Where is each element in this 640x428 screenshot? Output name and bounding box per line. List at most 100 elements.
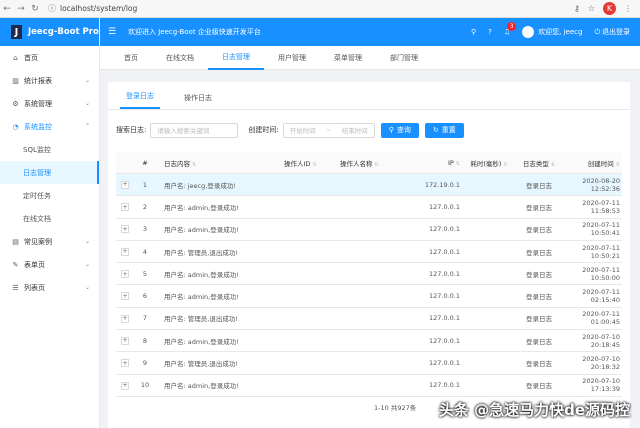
- expand-icon[interactable]: +: [121, 180, 129, 189]
- page-tab[interactable]: 菜单管理: [320, 46, 376, 70]
- sidebar-subitem[interactable]: SQL监控: [0, 138, 99, 161]
- log-content: 用户名: admin,登录成功!: [164, 203, 239, 212]
- menu-fold-icon[interactable]: ☰: [108, 27, 120, 37]
- sidebar: J Jeecg-Boot Pro ⌂ 首页 ▥ 统计报表 ⌄ ⚙ 系统管理 ⌄ ◔ 系统监控 ⌃ SQ…: [0, 18, 100, 428]
- expand-icon[interactable]: +: [121, 292, 129, 301]
- notification-button[interactable]: ♫ 3: [504, 22, 517, 36]
- expand-icon[interactable]: +: [121, 314, 129, 323]
- query-button[interactable]: ⚲ 查询: [380, 122, 419, 138]
- expand-icon[interactable]: +: [121, 270, 129, 279]
- row-number: 8: [142, 336, 148, 345]
- ip-address: 127.0.0.1: [428, 247, 460, 256]
- ip-address: 172.19.0.1: [424, 180, 460, 189]
- expand-icon[interactable]: +: [121, 381, 129, 390]
- sidebar-subitem[interactable]: 日志管理: [0, 161, 99, 184]
- log-type: 登录日志: [526, 382, 552, 391]
- form-icon: ✎: [12, 260, 19, 269]
- search-input[interactable]: 请输入搜索关键词: [150, 122, 239, 138]
- logo[interactable]: J Jeecg-Boot Pro: [0, 18, 99, 46]
- profile-avatar[interactable]: K: [603, 2, 616, 15]
- info-icon: ⓘ: [48, 4, 56, 13]
- table-row[interactable]: +8 用户名: admin,登录成功! 127.0.0.1 登录日志 2020-07-1…: [116, 330, 622, 353]
- table-row[interactable]: +10 用户名: admin,登录成功! 127.0.0.1 登录日志 2020-07-…: [116, 375, 622, 397]
- column-header[interactable]: IP ⇅: [398, 159, 464, 167]
- more-icon[interactable]: ⋮: [624, 4, 632, 13]
- chart-icon: ▥: [12, 76, 19, 85]
- sidebar-item[interactable]: ✎ 表单页 ⌄: [0, 253, 99, 276]
- sidebar-item[interactable]: ☰ 列表页 ⌄: [0, 276, 99, 299]
- expand-cell: +: [116, 180, 134, 189]
- expand-icon[interactable]: +: [121, 247, 129, 256]
- sort-icon[interactable]: ⇅: [375, 162, 379, 168]
- sort-icon[interactable]: ⇅: [456, 161, 460, 167]
- table-row[interactable]: +2 用户名: admin,登录成功! 127.0.0.1 登录日志 2020-07-1…: [116, 196, 622, 219]
- log-table: # 日志内容 ⇅ 操作人ID ⇅ 操作人名称 ⇅ IP ⇅ 耗时(毫秒) ⇅ 日志类型 ⇅ 创建时间 ⇅ +1…: [116, 152, 622, 397]
- expand-icon[interactable]: +: [121, 203, 129, 212]
- column-header[interactable]: 操作人ID ⇅: [280, 158, 336, 168]
- back-icon[interactable]: ←: [0, 4, 14, 14]
- expand-icon[interactable]: +: [121, 359, 129, 368]
- date-range-picker[interactable]: 开始时间 ~ 结束时间: [282, 122, 375, 138]
- row-number: 9: [142, 359, 148, 368]
- sidebar-item[interactable]: ⌂ 首页: [0, 46, 99, 69]
- column-header[interactable]: 创建时间 ⇅: [564, 158, 622, 168]
- log-type: 登录日志: [526, 181, 552, 190]
- user-menu[interactable]: 欢迎您, jeecg: [522, 26, 582, 38]
- table-row[interactable]: +4 用户名: 管理员,退出成功! 127.0.0.1 登录日志 2020-07-11 …: [116, 241, 622, 264]
- sort-icon[interactable]: ⇅: [192, 162, 196, 168]
- page-tab[interactable]: 部门管理: [376, 46, 432, 70]
- expand-cell: +: [116, 336, 134, 345]
- sidebar-item[interactable]: ▥ 统计报表 ⌄: [0, 69, 99, 92]
- sort-icon[interactable]: ⇅: [551, 162, 555, 168]
- reload-icon[interactable]: ↻: [28, 4, 42, 14]
- column-header[interactable]: 操作人名称 ⇅: [336, 158, 398, 168]
- ip-address: 127.0.0.1: [428, 381, 460, 390]
- created-time: 2020-07-11 01:00:45: [582, 310, 620, 327]
- page-tab[interactable]: 用户管理: [264, 46, 320, 70]
- user-greeting: 欢迎您, jeecg: [538, 28, 583, 36]
- log-subtabs: 登录日志 操作日志: [108, 82, 630, 110]
- chevron-down-icon: ⌄: [84, 284, 90, 291]
- expand-icon[interactable]: +: [121, 336, 129, 345]
- expand-cell: +: [116, 292, 134, 301]
- table-row[interactable]: +7 用户名: 管理员,退出成功! 127.0.0.1 登录日志 2020-07-11 …: [116, 308, 622, 331]
- page-tab[interactable]: 在线文档: [152, 46, 208, 70]
- sidebar-item[interactable]: ⚙ 系统管理 ⌄: [0, 92, 99, 115]
- end-time-placeholder: 结束时间: [341, 127, 368, 135]
- help-icon[interactable]: ?: [488, 28, 492, 36]
- log-subtab[interactable]: 操作日志: [178, 93, 218, 109]
- logout-button[interactable]: ⏻ 退出登录: [594, 27, 630, 37]
- page-tab[interactable]: 首页: [110, 46, 152, 70]
- log-type: 登录日志: [526, 337, 552, 346]
- key-icon[interactable]: ⚷: [574, 4, 580, 13]
- reset-button[interactable]: ↻ 重置: [424, 122, 464, 138]
- star-icon[interactable]: ☆: [588, 4, 595, 13]
- address-bar[interactable]: ⓘ localhost/system/log: [48, 3, 137, 14]
- page-tab[interactable]: 日志管理: [208, 46, 264, 70]
- forward-icon[interactable]: →: [14, 4, 28, 14]
- search-icon[interactable]: ⚲: [471, 28, 476, 36]
- column-header[interactable]: 日志类型 ⇅: [514, 158, 564, 168]
- created-time: 2020-07-10 20:18:45: [582, 332, 620, 349]
- sort-icon[interactable]: ⇅: [312, 162, 316, 168]
- column-header[interactable]: 日志内容 ⇅: [156, 158, 280, 168]
- created-time-label: 创建时间:: [248, 126, 279, 134]
- sidebar-subitem[interactable]: 定时任务: [0, 184, 99, 207]
- table-row[interactable]: +3 用户名: admin,登录成功! 127.0.0.1 登录日志 2020-07-1…: [116, 219, 622, 241]
- sidebar-item[interactable]: ◔ 系统监控 ⌃: [0, 115, 99, 138]
- log-subtab[interactable]: 登录日志: [120, 91, 160, 109]
- sort-icon[interactable]: ⇅: [616, 162, 620, 168]
- table-row[interactable]: +9 用户名: 管理员,退出成功! 127.0.0.1 登录日志 2020-07-10 …: [116, 352, 622, 375]
- monitor-icon: ◔: [12, 122, 19, 131]
- created-time: 2020-07-10 17:13:39: [582, 377, 620, 394]
- expand-icon[interactable]: +: [121, 225, 129, 234]
- reset-label: 重置: [441, 126, 456, 134]
- table-row[interactable]: +6 用户名: admin,登录成功! 127.0.0.1 登录日志 2020-07-1…: [116, 285, 622, 308]
- log-content: 用户名: 管理员,退出成功!: [164, 360, 238, 369]
- sidebar-item[interactable]: ▤ 常见案例 ⌄: [0, 230, 99, 253]
- sidebar-subitem[interactable]: 在线文档: [0, 207, 99, 230]
- table-row[interactable]: +1 用户名: jeecg,登录成功! 172.19.0.1 登录日志 2020-08-…: [116, 174, 622, 197]
- sort-icon[interactable]: ⇅: [503, 162, 507, 168]
- table-row[interactable]: +5 用户名: admin,登录成功! 127.0.0.1 登录日志 2020-07-1…: [116, 263, 622, 286]
- column-header[interactable]: 耗时(毫秒) ⇅: [464, 158, 514, 168]
